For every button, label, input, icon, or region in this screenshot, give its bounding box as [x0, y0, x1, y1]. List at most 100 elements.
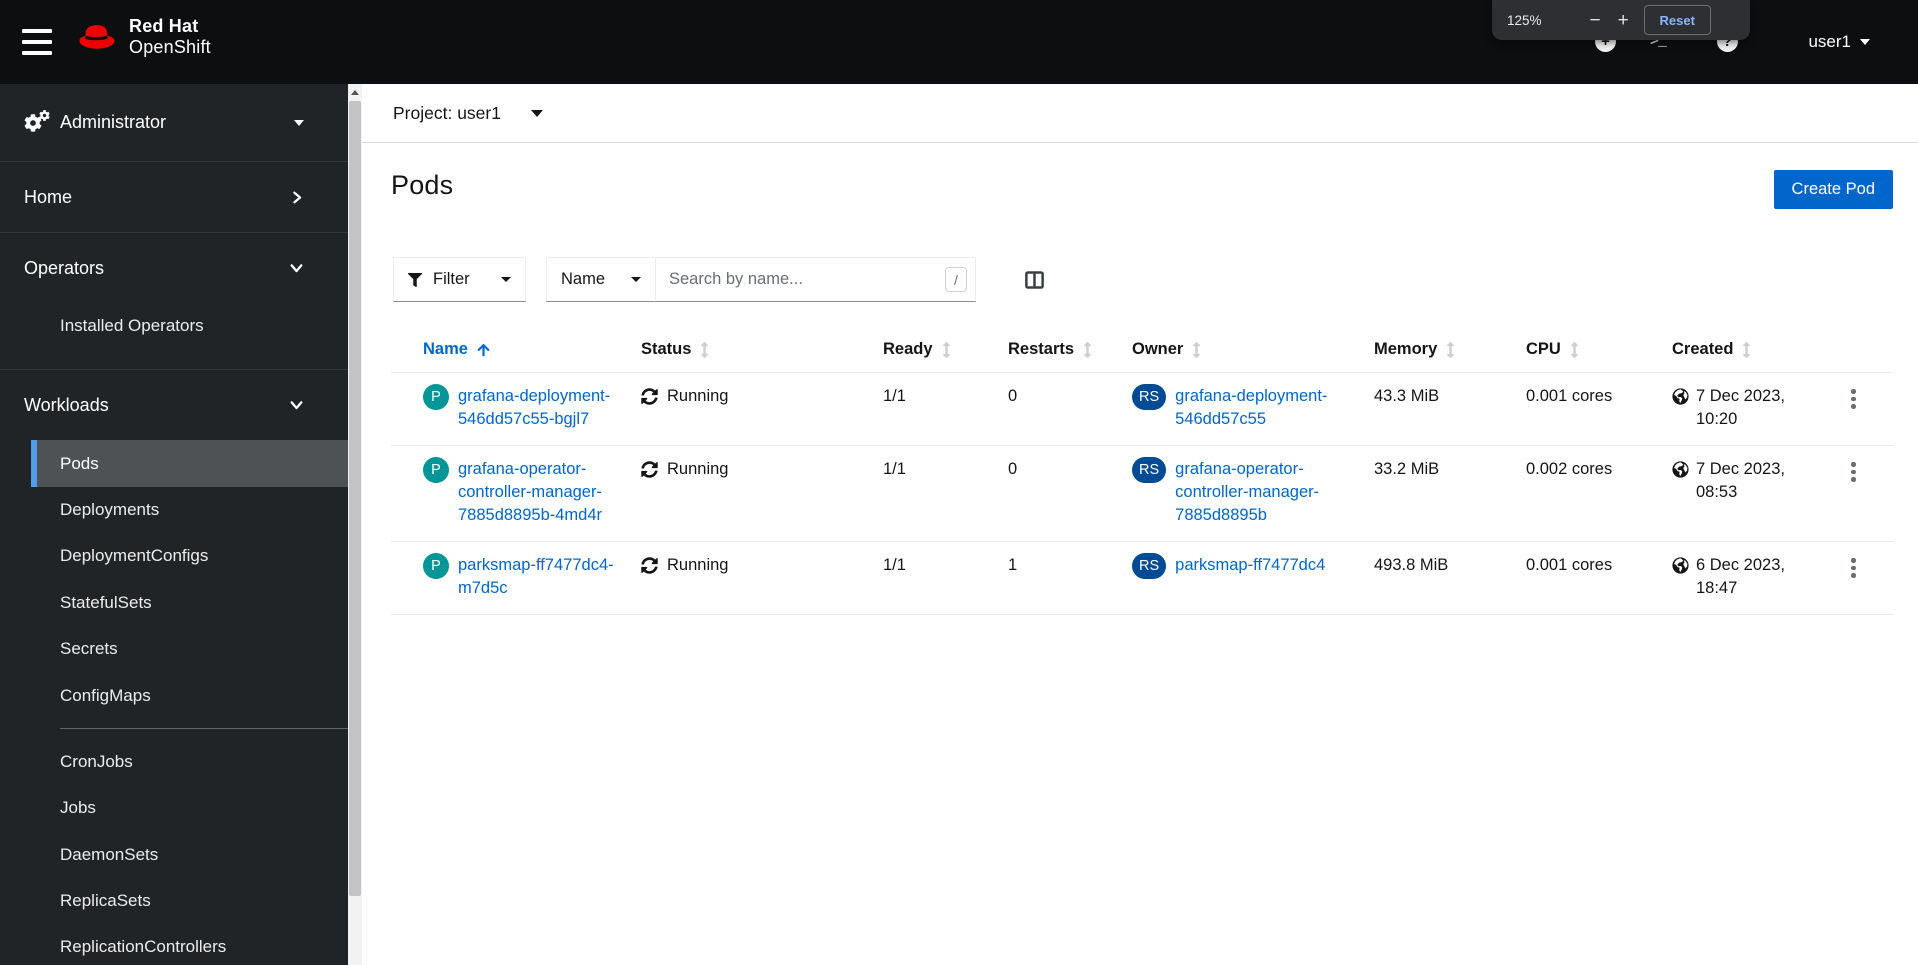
sidebar-item-cronjobs[interactable]: CronJobs — [31, 739, 348, 785]
toolbar: Filter Name / — [391, 257, 1893, 302]
nav-divider — [60, 727, 348, 729]
created-date: 7 Dec 2023, — [1696, 387, 1785, 405]
user-menu[interactable]: user1 — [1808, 0, 1870, 84]
column-header-label: Ready — [883, 340, 933, 358]
column-header-label: Status — [641, 340, 692, 358]
sort-both-icon — [1743, 341, 1751, 358]
sidebar-item-configmaps[interactable]: ConfigMaps — [31, 672, 348, 718]
zoom-reset-button[interactable]: Reset — [1643, 5, 1711, 35]
nav-section-toggle-workloads[interactable]: Workloads — [0, 370, 348, 440]
zoom-in-button[interactable]: + — [1618, 11, 1629, 30]
sidebar-item-daemonsets[interactable]: DaemonSets — [31, 832, 348, 878]
pod-name-line: parksmap-ff7477dc4- — [458, 556, 614, 574]
sidebar-item-installed-operators[interactable]: Installed Operators — [31, 303, 348, 349]
sidebar-item-label: StatefulSets — [60, 592, 152, 612]
globe-icon — [1672, 388, 1689, 405]
column-header-owner[interactable]: Owner — [1132, 340, 1374, 359]
created-time: 10:20 — [1696, 410, 1738, 428]
owner-link[interactable]: grafana-deployment- 546dd57c55 — [1175, 385, 1327, 431]
nav-section-toggle-home[interactable]: Home — [0, 162, 348, 232]
column-header-ready[interactable]: Ready — [883, 340, 1008, 359]
pod-name-link[interactable]: parksmap-ff7477dc4- m7d5c — [458, 554, 614, 600]
column-header-memory[interactable]: Memory — [1374, 340, 1526, 359]
pod-name-line: m7d5c — [458, 579, 508, 597]
chevron-down-icon — [501, 277, 511, 282]
perspective-switcher[interactable]: Administrator — [0, 84, 348, 161]
chevron-down-icon — [1860, 39, 1870, 45]
scrollbar-up-arrow[interactable] — [348, 84, 362, 101]
sidebar-nav: Administrator Home Operators Installed Ope… — [0, 84, 348, 965]
row-actions-kebab-icon[interactable] — [1843, 456, 1864, 488]
sort-both-icon — [1193, 341, 1201, 358]
zoom-level: 125% — [1507, 12, 1542, 28]
table-row: Pgrafana-deployment- 546dd57c55-bgjl7 Runn… — [391, 373, 1893, 446]
sidebar-item-label: CronJobs — [60, 751, 133, 771]
sidebar-item-jobs[interactable]: Jobs — [31, 785, 348, 831]
chevron-down-icon — [290, 401, 303, 410]
restarts-value: 0 — [1008, 460, 1018, 478]
owner-link[interactable]: parksmap-ff7477dc4 — [1175, 554, 1325, 577]
column-header-label: Owner — [1132, 340, 1184, 358]
sidebar-item-label: ReplicationControllers — [60, 937, 227, 957]
row-actions-kebab-icon[interactable] — [1843, 552, 1864, 584]
owner-line: grafana-operator- — [1175, 460, 1304, 478]
slash-shortcut-hint: / — [945, 267, 967, 292]
owner-link[interactable]: grafana-operator-controller-manager- 7885… — [1175, 458, 1319, 527]
sidebar-item-deploymentconfigs[interactable]: DeploymentConfigs — [31, 533, 348, 579]
running-sync-icon — [641, 461, 658, 478]
project-selector[interactable]: Project: user1 — [393, 103, 543, 124]
sidebar-item-statefulsets[interactable]: StatefulSets — [31, 580, 348, 626]
created-date: 7 Dec 2023, — [1696, 460, 1785, 478]
perspective-label: Administrator — [60, 112, 167, 132]
pod-name-line: grafana-deployment- — [458, 387, 611, 405]
sidebar-item-label: Secrets — [60, 639, 118, 659]
sidebar-item-replicationcontrollers[interactable]: ReplicationControllers — [31, 924, 348, 965]
scrollbar-thumb[interactable] — [349, 101, 361, 896]
ready-value: 1/1 — [883, 387, 906, 405]
sort-ascending-icon — [477, 343, 490, 356]
column-header-label: Memory — [1374, 340, 1438, 358]
globe-icon — [1672, 557, 1689, 574]
sort-both-icon — [942, 341, 950, 358]
column-header-name[interactable]: Name — [391, 340, 641, 359]
redhat-fedora-icon — [79, 24, 115, 49]
manage-columns-icon[interactable] — [1019, 257, 1049, 302]
row-actions-kebab-icon[interactable] — [1843, 383, 1864, 415]
status-text: Running — [667, 460, 729, 478]
sidebar-item-deployments[interactable]: Deployments — [31, 487, 348, 533]
nav-section-home: Home — [0, 161, 348, 232]
cpu-value: 0.001 cores — [1526, 387, 1613, 405]
pod-name-link[interactable]: grafana-deployment- 546dd57c55-bgjl7 — [458, 385, 610, 431]
nav-section-label: Home — [24, 186, 73, 207]
redhat-openshift-logo: Red Hat OpenShift — [76, 16, 211, 58]
nav-toggle-hamburger-icon[interactable] — [22, 29, 52, 55]
owner-line: 7885d8895b — [1175, 506, 1267, 524]
search-attribute-dropdown[interactable]: Name — [546, 257, 655, 302]
sidebar-item-secrets[interactable]: Secrets — [31, 626, 348, 672]
create-pod-button[interactable]: Create Pod — [1773, 170, 1893, 209]
column-header-created[interactable]: Created — [1672, 340, 1843, 359]
filter-dropdown[interactable]: Filter — [393, 257, 526, 302]
column-header-status[interactable]: Status — [641, 340, 883, 359]
column-header-cpu[interactable]: CPU — [1526, 340, 1672, 359]
zoom-out-button[interactable]: − — [1590, 11, 1601, 30]
column-header-label: Restarts — [1008, 340, 1075, 358]
running-sync-icon — [641, 557, 658, 574]
owner-line: parksmap-ff7477dc4 — [1175, 556, 1326, 574]
pod-name-link[interactable]: grafana-operator-controller-manager- 7885… — [458, 458, 602, 527]
pods-table: Name Status Ready Restarts Owner Memory CPU Cre… — [391, 327, 1893, 615]
globe-icon — [1672, 461, 1689, 478]
sidebar-item-pods[interactable]: Pods — [31, 440, 348, 487]
search-input[interactable] — [655, 257, 976, 302]
memory-value: 493.8 MiB — [1374, 556, 1449, 574]
pod-name-line: 546dd57c55-bgjl7 — [458, 410, 590, 428]
table-row: Pparksmap-ff7477dc4- m7d5c Running 1/1 1 RS pa… — [391, 542, 1893, 615]
column-header-restarts[interactable]: Restarts — [1008, 340, 1132, 359]
sidebar-item-label: Pods — [60, 453, 99, 473]
sidebar-item-replicasets[interactable]: ReplicaSets — [31, 878, 348, 924]
nav-section-toggle-operators[interactable]: Operators — [0, 233, 348, 303]
sort-both-icon — [701, 341, 709, 358]
table-row: Pgrafana-operator-controller-manager- 788… — [391, 446, 1893, 542]
created-time: 08:53 — [1696, 483, 1738, 501]
sidebar-item-label: DaemonSets — [60, 844, 159, 864]
